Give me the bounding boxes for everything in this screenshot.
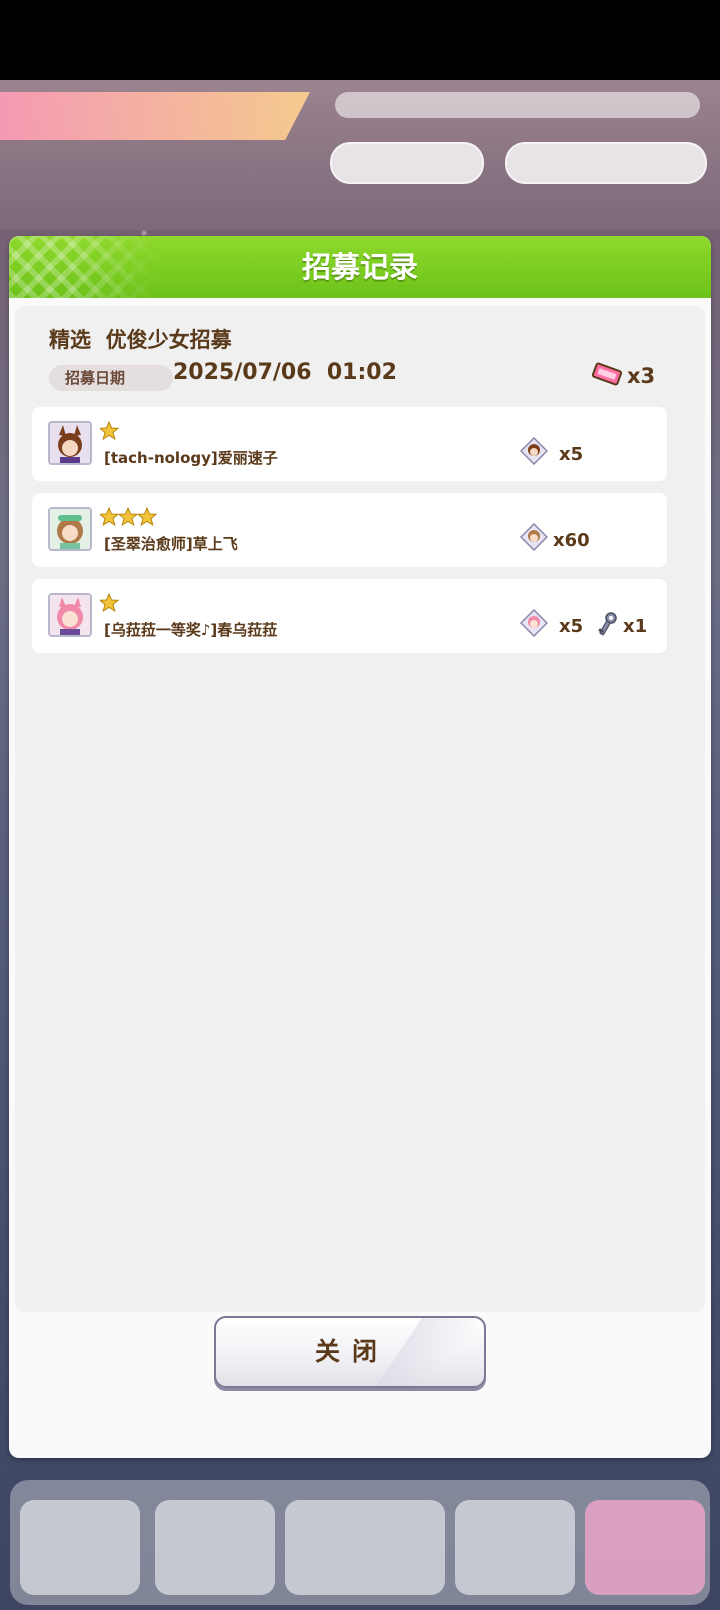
key-icon <box>598 612 617 636</box>
piece-count: x60 <box>553 530 590 551</box>
character-name: [圣翠治愈师]草上飞 <box>104 535 238 553</box>
close-button[interactable]: 关闭 <box>214 1316 486 1388</box>
close-button-label: 关闭 <box>314 1337 389 1366</box>
record-row: [乌菈菈一等奖♪]春乌菈菈 x5 x1 <box>32 579 667 653</box>
character-avatar <box>48 593 92 637</box>
rarity-stars <box>100 593 120 613</box>
dialog-title: 招募记录 <box>301 250 418 284</box>
background-pill-button <box>330 142 484 184</box>
piece-icon <box>520 437 548 465</box>
character-avatar <box>48 507 92 551</box>
piece-count: x5 <box>559 616 584 637</box>
background-ribbon <box>0 92 310 140</box>
character-avatar <box>48 421 92 465</box>
record-row: [tach-nology]爱丽速子 x5 <box>32 407 667 481</box>
background-currency-bar <box>335 92 700 118</box>
background-footer-tile <box>585 1500 705 1595</box>
background-footer-tile <box>455 1500 575 1595</box>
background-footer-tile <box>155 1500 275 1595</box>
gacha-history-dialog: 招募记录 精选 优俊少女招募 招募日期 2025/07/06 01:02 x3 … <box>9 236 711 1458</box>
piece-count: x5 <box>559 444 584 465</box>
key-count: x1 <box>623 616 648 637</box>
background-footer-tile <box>20 1500 140 1595</box>
gacha-name: 精选 优俊少女招募 <box>49 328 232 352</box>
status-bar-area <box>0 0 720 80</box>
piece-icon <box>520 523 548 551</box>
rarity-stars <box>100 421 120 441</box>
ticket-icon <box>591 362 623 386</box>
character-name: [乌菈菈一等奖♪]春乌菈菈 <box>104 621 278 639</box>
record-row: [圣翠治愈师]草上飞 x60 <box>32 493 667 567</box>
date-value: 2025/07/06 01:02 <box>173 360 397 385</box>
rarity-stars <box>100 507 158 527</box>
date-label: 招募日期 <box>49 365 173 391</box>
background-footer-tile <box>285 1500 445 1595</box>
background-pill-button <box>505 142 707 184</box>
ticket-count: x3 <box>627 364 656 388</box>
piece-icon <box>520 609 548 637</box>
character-name: [tach-nology]爱丽速子 <box>104 449 278 467</box>
